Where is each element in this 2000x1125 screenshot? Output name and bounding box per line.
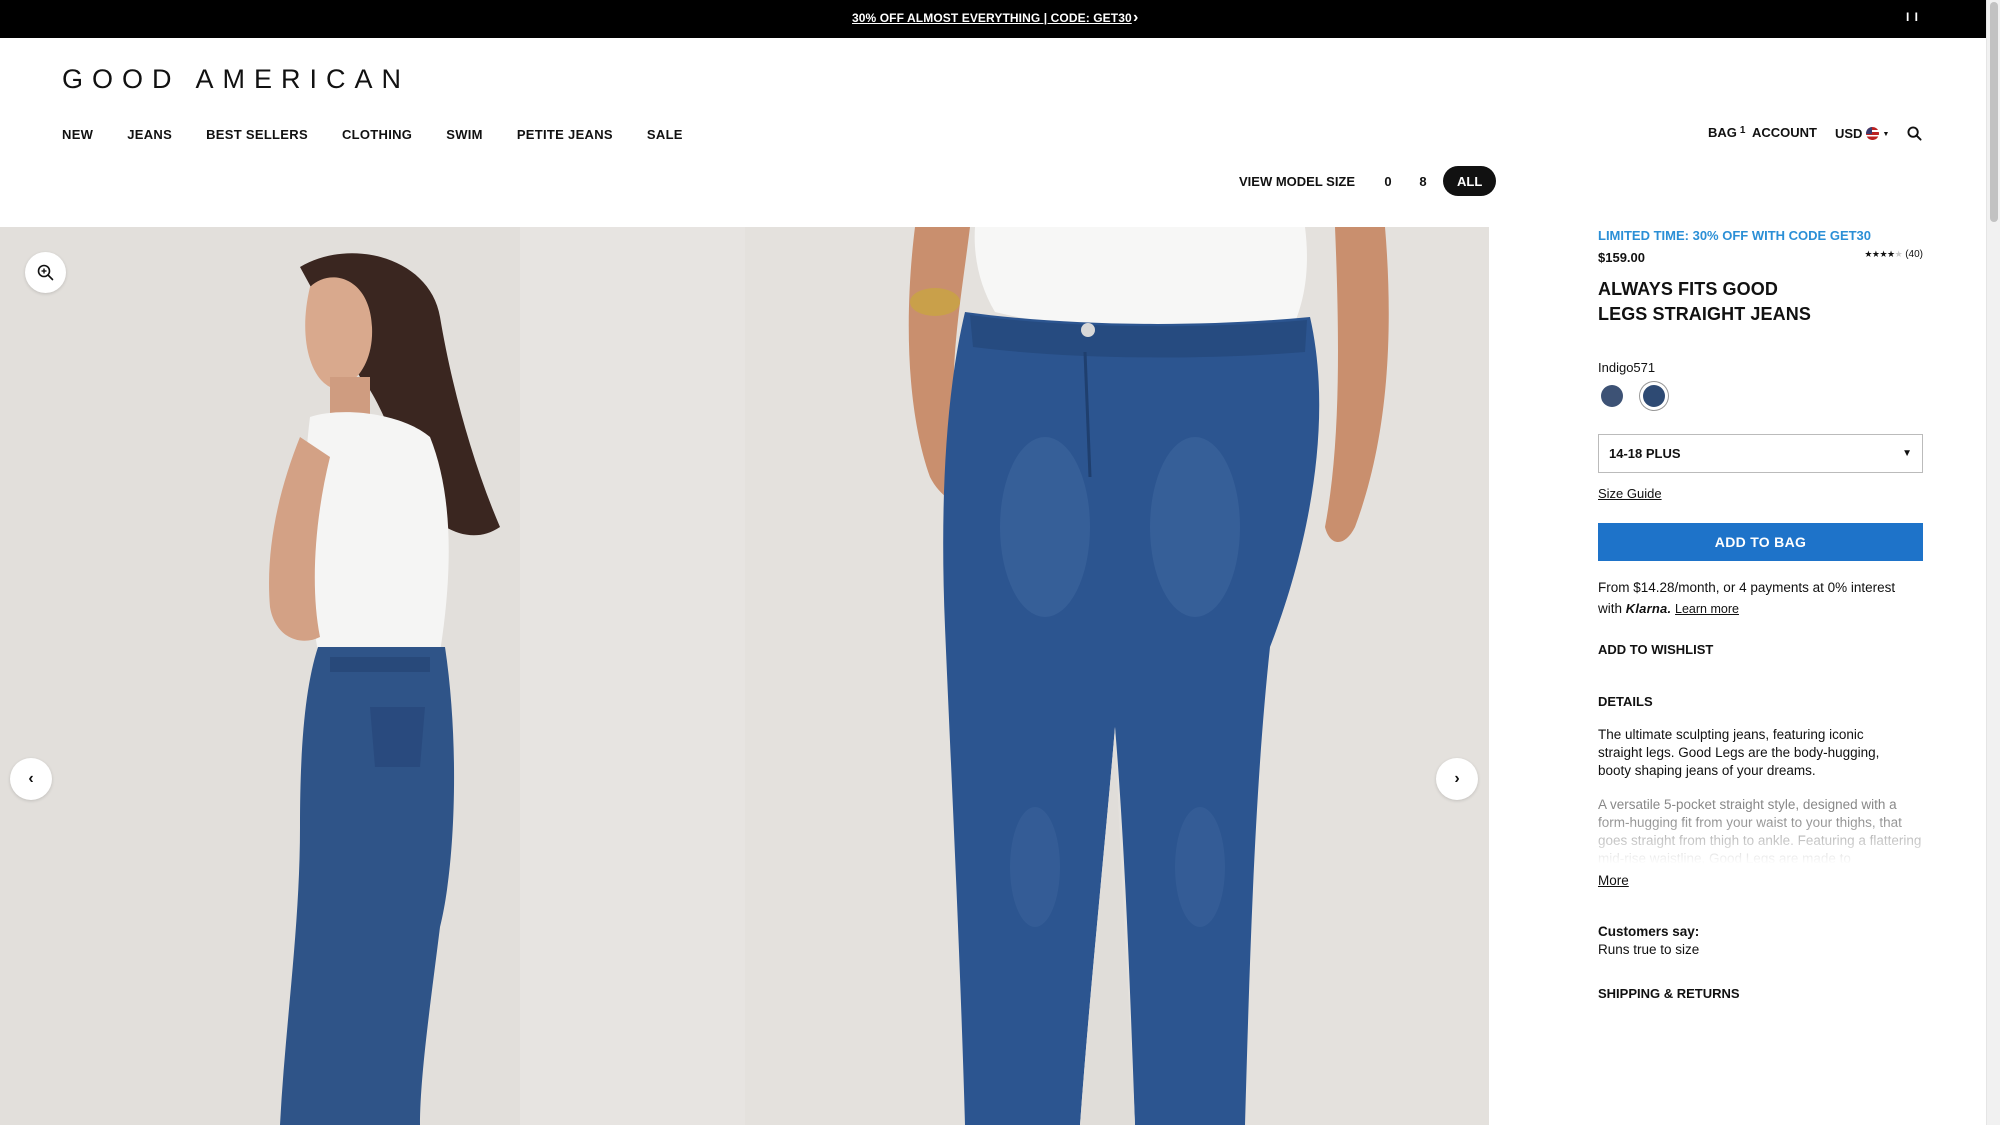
chevron-right-icon[interactable]: › [1133,9,1138,27]
main-nav: NEW JEANS BEST SELLERS CLOTHING SWIM PET… [62,127,717,142]
model-front-illustration [745,227,1489,1125]
size-guide-link[interactable]: Size Guide [1598,486,1662,501]
caret-down-icon: ▼ [1902,448,1912,459]
currency-selector[interactable]: USD ▼ [1835,125,1889,141]
product-photo-side[interactable] [0,227,745,1125]
announcement-link[interactable]: 30% OFF ALMOST EVERYTHING | CODE: GET30 [852,11,1132,25]
gallery-next-button[interactable]: › [1436,758,1478,800]
scrollbar-thumb[interactable] [1990,2,1998,222]
announcement-bar: 30% OFF ALMOST EVERYTHING | CODE: GET30 … [0,0,1986,38]
add-to-bag-button[interactable]: ADD TO BAG [1598,523,1923,561]
customers-say-value: Runs true to size [1598,942,1700,957]
product-title: ALWAYS FITS GOOD LEGS STRAIGHT JEANS [1598,277,1858,327]
zoom-button[interactable] [25,252,66,293]
gallery-prev-button[interactable]: ‹ [10,758,52,800]
chevron-left-icon: ‹ [28,770,34,787]
klarna-logo: Klarna. [1625,601,1672,616]
star-icon: ★ [1879,249,1888,259]
bag-count-badge: 1 [1739,125,1746,136]
search-icon[interactable] [1907,126,1922,141]
details-paragraph-faded: A versatile 5-pocket straight style, des… [1598,797,1922,864]
customers-say-label: Customers say: [1598,924,1700,939]
product-rating[interactable]: ★★★★★ (40) [1864,249,1923,260]
product-title-line-2: LEGS STRAIGHT JEANS [1598,304,1811,324]
nav-item-clothing[interactable]: CLOTHING [342,127,412,142]
currency-label: USD [1835,126,1863,141]
nav-item-sale[interactable]: SALE [647,127,683,142]
brand-logo[interactable]: GOOD AMERICAN [62,64,410,95]
star-icon: ★ [1887,249,1895,259]
view-model-size-label: VIEW MODEL SIZE [1239,174,1356,189]
bag-label: BAG [1708,125,1737,140]
pause-icon[interactable]: I I [1906,10,1919,24]
details-heading: DETAILS [1598,694,1653,709]
color-swatch-selected[interactable] [1643,385,1665,407]
klarna-text-with: with [1598,601,1623,616]
color-swatch[interactable] [1601,385,1623,407]
klarna-text-line-1: From $14.28/month, or 4 payments at 0% i… [1598,580,1896,595]
more-link[interactable]: More [1598,873,1629,888]
nav-item-petite-jeans[interactable]: PETITE JEANS [517,127,613,142]
product-photo-front[interactable] [745,227,1489,1125]
shipping-returns-toggle[interactable]: SHIPPING & RETURNS [1598,986,1740,1001]
account-link[interactable]: ACCOUNT [1752,125,1817,140]
product-title-line-1: ALWAYS FITS GOOD [1598,279,1778,299]
size-select[interactable]: 14-18 PLUS ▼ [1598,434,1923,473]
klarna-message: From $14.28/month, or 4 payments at 0% i… [1598,577,1923,620]
model-size-8-button[interactable]: 8 [1408,166,1438,196]
star-icon: ★ [1864,249,1872,259]
review-count: (40) [1905,249,1923,260]
product-price: $159.00 [1598,250,1645,265]
color-name: Indigo571 [1598,360,1656,375]
nav-item-jeans[interactable]: JEANS [127,127,172,142]
caret-down-icon: ▼ [1882,131,1890,138]
rating-stars: ★★★★★ [1864,249,1902,260]
size-select-value: 14-18 PLUS [1609,446,1681,461]
add-to-wishlist-button[interactable]: ADD TO WISHLIST [1598,642,1713,657]
nav-item-swim[interactable]: SWIM [446,127,483,142]
learn-more-link[interactable]: Learn more [1675,602,1739,616]
us-flag-icon [1866,127,1880,140]
details-paragraph: The ultimate sculpting jeans, featuring … [1598,727,1880,778]
model-side-illustration [0,227,745,1125]
chevron-right-icon: › [1454,770,1460,787]
model-size-0-button[interactable]: 0 [1373,166,1403,196]
nav-item-new[interactable]: NEW [62,127,93,142]
page-scrollbar[interactable] [1986,0,2000,1125]
zoom-in-icon [37,264,54,281]
promo-text: LIMITED TIME: 30% OFF WITH CODE GET30 [1598,228,1872,243]
nav-item-best-sellers[interactable]: BEST SELLERS [206,127,308,142]
bag-link[interactable]: BAG 1 [1708,125,1745,140]
model-size-all-button[interactable]: ALL [1443,166,1497,196]
star-icon: ★ [1894,249,1903,259]
